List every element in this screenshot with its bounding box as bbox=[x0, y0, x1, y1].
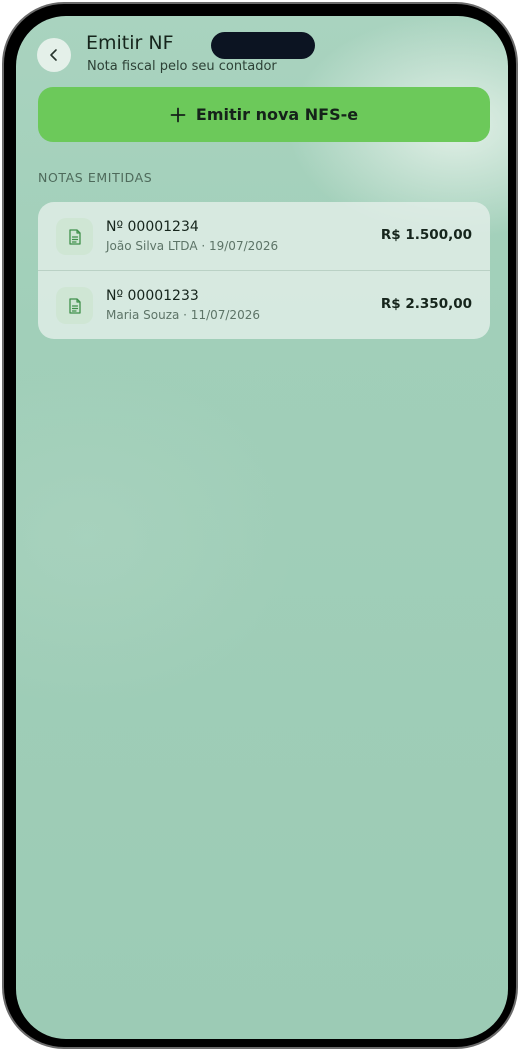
chevron-left-icon bbox=[50, 49, 57, 61]
page-title: Emitir NF bbox=[86, 32, 174, 54]
section-header-issued-invoices: NOTAS EMITIDAS bbox=[38, 170, 153, 185]
dynamic-island bbox=[211, 32, 315, 59]
invoice-client-date: Maria Souza · 11/07/2026 bbox=[106, 308, 260, 322]
document-icon-badge bbox=[56, 287, 93, 324]
document-icon-badge bbox=[56, 218, 93, 255]
document-icon bbox=[68, 228, 81, 245]
emit-new-nfse-button[interactable]: Emitir nova NFS-e bbox=[38, 87, 490, 142]
emit-new-nfse-label: Emitir nova NFS-e bbox=[195, 105, 359, 124]
invoice-amount: R$ 1.500,00 bbox=[380, 227, 472, 243]
back-button[interactable] bbox=[37, 38, 71, 72]
invoice-number: Nº 00001233 bbox=[106, 288, 199, 304]
page-subtitle: Nota fiscal pelo seu contador bbox=[87, 59, 277, 74]
phone-frame: Emitir NF Nota fiscal pelo seu contador … bbox=[2, 2, 518, 1049]
plus-icon bbox=[170, 107, 186, 122]
invoice-list-item[interactable]: Nº 00001234 João Silva LTDA · 19/07/2026… bbox=[38, 202, 490, 270]
invoice-number: Nº 00001234 bbox=[106, 219, 199, 235]
invoice-list-item[interactable]: Nº 00001233 Maria Souza · 11/07/2026 R$ … bbox=[38, 270, 490, 339]
document-icon bbox=[68, 297, 81, 314]
invoice-client-date: João Silva LTDA · 19/07/2026 bbox=[106, 239, 279, 253]
invoice-amount: R$ 2.350,00 bbox=[380, 296, 472, 312]
app-screen: Emitir NF Nota fiscal pelo seu contador … bbox=[16, 16, 508, 1039]
invoice-list: Nº 00001234 João Silva LTDA · 19/07/2026… bbox=[38, 202, 490, 339]
